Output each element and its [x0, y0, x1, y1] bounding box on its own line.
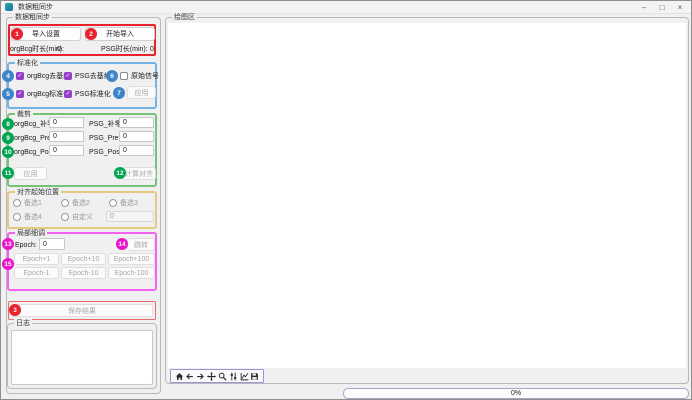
psg-duration-value: 0: [150, 45, 154, 54]
step-badge-11: 11: [2, 167, 14, 179]
orgbcg-pre-input[interactable]: 0: [49, 131, 84, 142]
radio-icon: [13, 213, 21, 221]
app-window: 数据粗同步 – □ × 数据粗同步 导入设置 开始导入 1 2 orgBcg时长…: [0, 0, 692, 400]
pan-icon[interactable]: [207, 371, 217, 381]
radio-icon: [61, 213, 69, 221]
align-start-group: 对齐起始位置: [7, 191, 157, 229]
epoch-label: Epoch:: [15, 241, 37, 250]
log-group-title: 日志: [14, 319, 32, 328]
step-badge-4: 4: [2, 70, 14, 82]
maximize-button[interactable]: □: [657, 1, 667, 14]
home-icon[interactable]: [174, 371, 184, 381]
edit-curves-icon[interactable]: [239, 371, 249, 381]
step-badge-8: 8: [2, 118, 14, 130]
plot-toolbar: [170, 369, 264, 383]
left-panel-title: 数据粗同步: [13, 13, 52, 22]
raw-signal-label: 原始信号: [131, 71, 159, 81]
align-option-1-radio[interactable]: 备选1: [13, 198, 42, 208]
step-badge-3: 3: [9, 304, 21, 316]
psg-duration-label: PSG时长(min):: [101, 45, 148, 54]
step-badge-12: 12: [114, 167, 126, 179]
window-title: 数据粗同步: [18, 2, 53, 12]
align-custom-radio[interactable]: 自定义: [61, 212, 93, 222]
close-button[interactable]: ×: [675, 1, 685, 14]
psg-post-input[interactable]: 0: [119, 145, 154, 156]
step-badge-10: 10: [2, 146, 14, 158]
step-badge-14: 14: [116, 238, 128, 250]
align-option-3-label: 备选3: [120, 198, 138, 208]
save-icon[interactable]: [250, 371, 260, 381]
jump-button[interactable]: 跳转: [127, 238, 155, 251]
orgbcg-pre-label: orgBcg_Pre:: [14, 134, 53, 143]
epoch-minus-1-button[interactable]: Epoch-1: [14, 267, 59, 279]
normalize-apply-button[interactable]: 应用: [127, 86, 156, 99]
plot-canvas[interactable]: [168, 23, 686, 368]
log-textarea[interactable]: [11, 330, 153, 385]
psg-pre-input[interactable]: 0: [119, 131, 154, 142]
zoom-icon[interactable]: [217, 371, 227, 381]
crop-apply-button[interactable]: 应用: [14, 167, 47, 180]
orgbcg-pad-input[interactable]: 0: [49, 117, 84, 128]
checkbox-checked-icon: ✓: [16, 90, 24, 98]
epoch-plus-10-button[interactable]: Epoch+10: [61, 253, 106, 265]
orgbcg-normalize-checkbox[interactable]: ✓ orgBcg标准化: [16, 89, 70, 99]
forward-icon[interactable]: [196, 371, 206, 381]
app-icon: [5, 3, 13, 11]
psg-pad-input[interactable]: 0: [119, 117, 154, 128]
psg-pre-label: PSG_Pre:: [89, 134, 121, 143]
step-badge-1: 1: [11, 28, 23, 40]
normalize-group-title: 标准化: [15, 59, 40, 68]
align-option-2-label: 备选2: [72, 198, 90, 208]
epoch-minus-100-button[interactable]: Epoch-100: [108, 267, 155, 279]
raw-signal-checkbox[interactable]: 原始信号: [120, 71, 159, 81]
subplots-icon[interactable]: [228, 371, 238, 381]
radio-icon: [13, 199, 21, 207]
align-start-group-title: 对齐起始位置: [15, 188, 61, 197]
align-option-2-radio[interactable]: 备选2: [61, 198, 90, 208]
calc-align-button[interactable]: 计算对齐: [122, 167, 156, 180]
align-custom-label: 自定义: [72, 212, 93, 222]
epoch-input[interactable]: 0: [39, 238, 65, 250]
checkbox-checked-icon: ✓: [64, 90, 72, 98]
progress-bar: 0%: [343, 388, 689, 399]
radio-icon: [61, 199, 69, 207]
radio-icon: [109, 199, 117, 207]
fine-tune-group-title: 局部细调: [15, 229, 47, 238]
align-option-1-label: 备选1: [24, 198, 42, 208]
orgbcg-duration-value: 0: [57, 45, 61, 54]
orgbcg-post-input[interactable]: 0: [49, 145, 84, 156]
epoch-plus-1-button[interactable]: Epoch+1: [14, 253, 59, 265]
back-icon[interactable]: [185, 371, 195, 381]
psg-normalize-checkbox[interactable]: ✓ PSG标准化: [64, 89, 111, 99]
epoch-minus-10-button[interactable]: Epoch-10: [61, 267, 106, 279]
psg-normalize-label: PSG标准化: [75, 89, 111, 99]
step-badge-2: 2: [85, 28, 97, 40]
step-badge-13: 13: [2, 238, 14, 250]
minimize-button[interactable]: –: [639, 1, 649, 14]
align-option-4-radio[interactable]: 备选4: [13, 212, 42, 222]
epoch-plus-100-button[interactable]: Epoch+100: [108, 253, 155, 265]
align-option-4-label: 备选4: [24, 212, 42, 222]
align-custom-input[interactable]: 0: [106, 211, 154, 222]
step-badge-5: 5: [2, 88, 14, 100]
window-controls: – □ ×: [639, 1, 685, 14]
plot-panel-title: 绘图区: [172, 13, 197, 22]
save-results-button[interactable]: 保存结果: [11, 304, 153, 317]
step-badge-15: 15: [2, 258, 14, 270]
step-badge-6: 6: [106, 70, 118, 82]
titlebar: 数据粗同步 – □ ×: [1, 1, 691, 14]
checkbox-unchecked-icon: [120, 72, 128, 80]
step-badge-7: 7: [113, 87, 125, 99]
step-badge-9: 9: [2, 132, 14, 144]
psg-detrend-checkbox[interactable]: ✓ PSG去基线: [64, 71, 111, 81]
orgbcg-duration-label: orgBcg时长(min):: [10, 45, 64, 54]
align-option-3-radio[interactable]: 备选3: [109, 198, 138, 208]
orgbcg-detrend-checkbox[interactable]: ✓ orgBcg去基线: [16, 71, 70, 81]
checkbox-checked-icon: ✓: [64, 72, 72, 80]
crop-group-title: 裁剪: [15, 110, 33, 119]
checkbox-checked-icon: ✓: [16, 72, 24, 80]
